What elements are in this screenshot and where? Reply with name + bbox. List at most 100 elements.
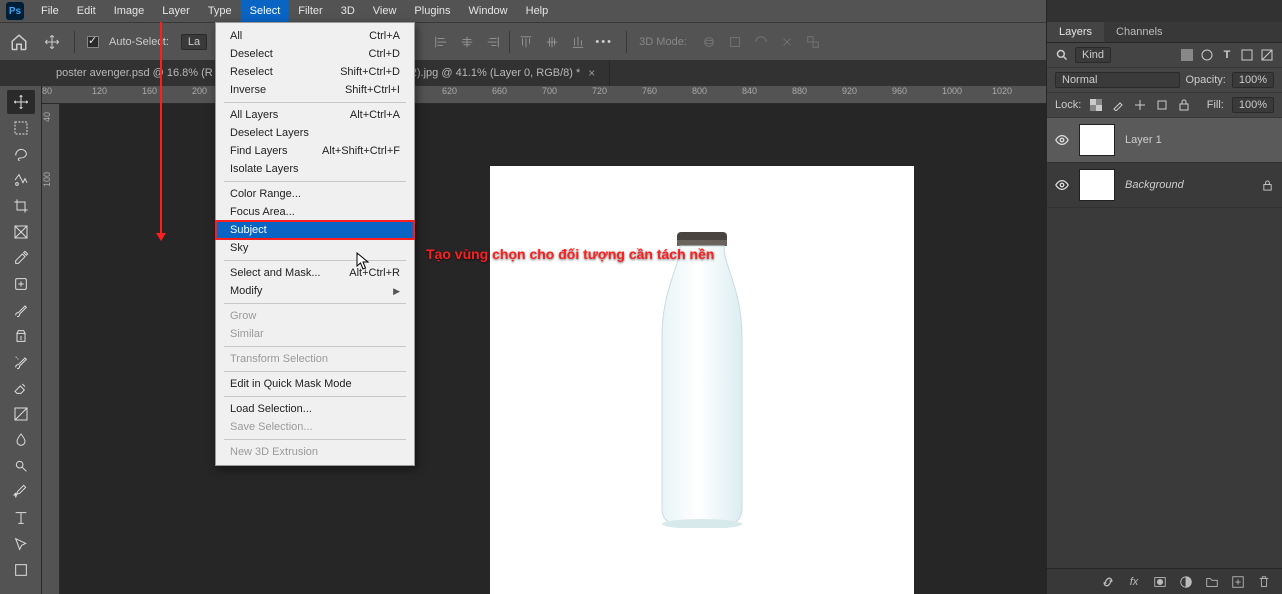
visibility-icon[interactable] — [1055, 178, 1069, 192]
tool-blur[interactable] — [7, 428, 35, 452]
group-icon[interactable] — [1204, 574, 1220, 590]
lock-artboard-icon[interactable] — [1155, 98, 1169, 112]
tool-rectangle[interactable] — [7, 558, 35, 582]
menu-3d[interactable]: 3D — [332, 0, 364, 22]
align-right-icon[interactable] — [483, 32, 503, 52]
search-icon[interactable] — [1055, 48, 1069, 62]
adjustment-icon[interactable] — [1178, 574, 1194, 590]
tool-eyedropper[interactable] — [7, 246, 35, 270]
menu-type[interactable]: Type — [199, 0, 241, 22]
document[interactable] — [490, 166, 914, 594]
tool-move[interactable] — [7, 90, 35, 114]
menu-plugins[interactable]: Plugins — [405, 0, 459, 22]
tool-history-brush[interactable] — [7, 350, 35, 374]
layer-row[interactable]: Layer 1 — [1047, 118, 1282, 163]
tool-type[interactable] — [7, 506, 35, 530]
tool-clone[interactable] — [7, 324, 35, 348]
menu-item-reselect[interactable]: ReselectShift+Ctrl+D — [216, 63, 414, 81]
blend-mode-select[interactable]: Normal — [1055, 72, 1180, 88]
scale-3d-icon[interactable] — [803, 32, 823, 52]
link-icon[interactable] — [1100, 574, 1116, 590]
tool-path-select[interactable] — [7, 532, 35, 556]
tab-layers[interactable]: Layers — [1047, 22, 1104, 42]
menu-filter[interactable]: Filter — [289, 0, 331, 22]
lock-all-icon[interactable] — [1177, 98, 1191, 112]
trash-icon[interactable] — [1256, 574, 1272, 590]
auto-select-toggle[interactable]: Auto-Select: — [87, 36, 169, 48]
menu-item-find-layers[interactable]: Find LayersAlt+Shift+Ctrl+F — [216, 142, 414, 160]
menu-image[interactable]: Image — [105, 0, 154, 22]
home-icon[interactable] — [8, 31, 30, 53]
layer-group-select[interactable]: La — [181, 34, 207, 50]
fx-icon[interactable]: fx — [1126, 574, 1142, 590]
menu-layer[interactable]: Layer — [153, 0, 199, 22]
menu-select[interactable]: Select — [241, 0, 290, 22]
lock-trans-icon[interactable] — [1089, 98, 1103, 112]
tool-pen[interactable] — [7, 480, 35, 504]
lock-position-icon[interactable] — [1133, 98, 1147, 112]
menu-item-sky[interactable]: Sky — [216, 239, 414, 257]
tool-crop[interactable] — [7, 194, 35, 218]
tab-channels[interactable]: Channels — [1104, 22, 1174, 42]
tool-healing[interactable] — [7, 272, 35, 296]
kind-select[interactable]: Kind — [1075, 47, 1111, 63]
slide-icon[interactable] — [777, 32, 797, 52]
roll-icon[interactable] — [751, 32, 771, 52]
lock-pixels-icon[interactable] — [1111, 98, 1125, 112]
filter-smart-icon[interactable] — [1260, 48, 1274, 62]
menu-item-color-range[interactable]: Color Range... — [216, 185, 414, 203]
menu-item-select-and-mask[interactable]: Select and Mask...Alt+Ctrl+R — [216, 264, 414, 282]
canvas[interactable]: Tạo vùng chọn cho đối tượng cần tách nền — [60, 104, 1046, 594]
menu-item-subject[interactable]: Subject — [216, 221, 414, 239]
filter-pixel-icon[interactable] — [1180, 48, 1194, 62]
menu-window[interactable]: Window — [460, 0, 517, 22]
menu-item-inverse[interactable]: InverseShift+Ctrl+I — [216, 81, 414, 99]
panel-tabs: Layers Channels — [1047, 22, 1282, 43]
layer-row[interactable]: Background — [1047, 163, 1282, 208]
opacity-value[interactable]: 100% — [1232, 72, 1274, 88]
tool-brush[interactable] — [7, 298, 35, 322]
tool-gradient[interactable] — [7, 402, 35, 426]
tool-quick-select[interactable] — [7, 168, 35, 192]
tool-dodge[interactable] — [7, 454, 35, 478]
mask-icon[interactable] — [1152, 574, 1168, 590]
align-bottom-icon[interactable] — [568, 32, 588, 52]
menu-file[interactable]: File — [32, 0, 68, 22]
visibility-icon[interactable] — [1055, 133, 1069, 147]
menu-item-focus-area[interactable]: Focus Area... — [216, 203, 414, 221]
filter-adjust-icon[interactable] — [1200, 48, 1214, 62]
app-logo: Ps — [6, 2, 24, 20]
close-icon[interactable]: × — [588, 66, 595, 80]
fill-value[interactable]: 100% — [1232, 97, 1274, 113]
menu-item-deselect-layers[interactable]: Deselect Layers — [216, 124, 414, 142]
tool-eraser[interactable] — [7, 376, 35, 400]
document-tab[interactable]: poster avenger.psd @ 16.8% (R× — [42, 60, 243, 86]
filter-shape-icon[interactable] — [1240, 48, 1254, 62]
bottle-image — [622, 228, 782, 528]
tool-marquee[interactable] — [7, 116, 35, 140]
menu-item-all[interactable]: AllCtrl+A — [216, 27, 414, 45]
filter-type-icon[interactable]: T — [1220, 48, 1234, 62]
align-left-icon[interactable] — [431, 32, 451, 52]
panel-footer: fx — [1047, 568, 1282, 594]
layer-list: Layer 1Background — [1047, 118, 1282, 568]
new-layer-icon[interactable] — [1230, 574, 1246, 590]
menu-edit[interactable]: Edit — [68, 0, 105, 22]
menu-item-all-layers[interactable]: All LayersAlt+Ctrl+A — [216, 106, 414, 124]
menu-item-edit-in-quick-mask-mode[interactable]: Edit in Quick Mask Mode — [216, 375, 414, 393]
align-top-icon[interactable] — [516, 32, 536, 52]
menu-item-modify[interactable]: Modify▶ — [216, 282, 414, 300]
align-middle-v-icon[interactable] — [542, 32, 562, 52]
tool-lasso[interactable] — [7, 142, 35, 166]
align-center-h-icon[interactable] — [457, 32, 477, 52]
pan-3d-icon[interactable] — [725, 32, 745, 52]
menu-item-deselect[interactable]: DeselectCtrl+D — [216, 45, 414, 63]
menu-help[interactable]: Help — [517, 0, 558, 22]
menu-item-isolate-layers[interactable]: Isolate Layers — [216, 160, 414, 178]
menu-view[interactable]: View — [364, 0, 406, 22]
more-icon[interactable]: ••• — [594, 32, 614, 52]
ruler-horizontal: 8012016020046050054058062066070072076080… — [42, 86, 1046, 104]
menu-item-load-selection[interactable]: Load Selection... — [216, 400, 414, 418]
tool-frame[interactable] — [7, 220, 35, 244]
orbit-icon[interactable] — [699, 32, 719, 52]
